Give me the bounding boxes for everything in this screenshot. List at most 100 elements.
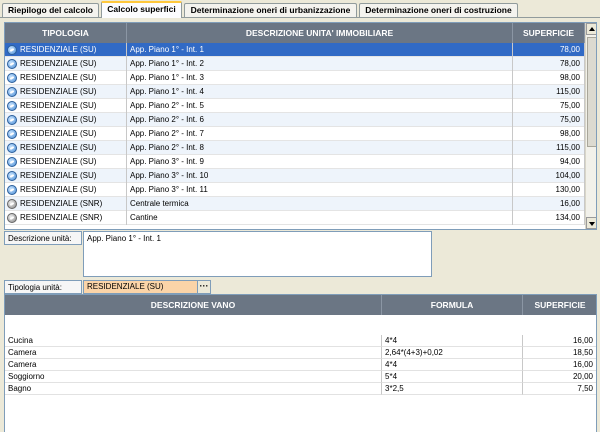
table-row[interactable]: RESIDENZIALE (SU) App. Piano 2° - Int. 79… <box>5 127 585 141</box>
cell-superficie: 75,00 <box>513 113 585 127</box>
table-row[interactable]: RESIDENZIALE (SU) App. Piano 1° - Int. 39… <box>5 71 585 85</box>
tab-riepilogo-del-calcolo[interactable]: Riepilogo del calcolo <box>2 3 99 17</box>
cell-tipologia: RESIDENZIALE (SNR) <box>5 197 127 211</box>
table-row[interactable]: Cucina 4*4 16,00 <box>5 335 596 347</box>
cell-superficie: 130,00 <box>513 183 585 197</box>
cell-descrizione: App. Piano 3° - Int. 10 <box>127 169 513 183</box>
cell-tipologia: RESIDENZIALE (SU) <box>5 183 127 197</box>
residential-su-icon <box>7 73 17 83</box>
cell-superficie-vano: 18,50 <box>523 347 596 359</box>
table-row[interactable]: Camera 2,64*(4+3)+0,02 18,50 <box>5 347 596 359</box>
scroll-thumb[interactable] <box>587 37 596 147</box>
table-row[interactable]: RESIDENZIALE (SU) App. Piano 1° - Int. 27… <box>5 57 585 71</box>
residential-su-icon <box>7 45 17 55</box>
residential-snr-icon <box>7 199 17 209</box>
table-row[interactable]: RESIDENZIALE (SNR) Centrale termica 16,00 <box>5 197 585 211</box>
cell-formula: 3*2,5 <box>382 383 523 395</box>
cell-superficie: 78,00 <box>513 43 585 57</box>
unit-description-field[interactable]: App. Piano 1° - Int. 1 <box>83 231 432 277</box>
tab-determinazione-oneri-costruzione[interactable]: Determinazione oneri di costruzione <box>359 3 518 17</box>
unit-type-label: Tipologia unità: <box>4 280 82 294</box>
cell-descrizione: Centrale termica <box>127 197 513 211</box>
cell-superficie: 16,00 <box>513 197 585 211</box>
tab-panel-calcolo-superfici: TIPOLOGIA DESCRIZIONE UNITA' IMMOBILIARE… <box>0 17 600 432</box>
cell-tipologia: RESIDENZIALE (SU) <box>5 71 127 85</box>
cell-tipologia-text: RESIDENZIALE (SU) <box>20 143 97 152</box>
residential-su-icon <box>7 101 17 111</box>
residential-su-icon <box>7 129 17 139</box>
unit-description-label: Descrizione unità: <box>4 231 82 245</box>
column-header-formula[interactable]: FORMULA <box>382 295 523 315</box>
table-row[interactable]: Camera 4*4 16,00 <box>5 359 596 371</box>
table-row[interactable]: RESIDENZIALE (SU) App. Piano 3° - Int. 10… <box>5 169 585 183</box>
cell-descrizione: App. Piano 1° - Int. 3 <box>127 71 513 85</box>
unit-type-field[interactable]: RESIDENZIALE (SU) <box>83 280 198 294</box>
cell-descrizione: App. Piano 1° - Int. 2 <box>127 57 513 71</box>
cell-descrizione: App. Piano 3° - Int. 9 <box>127 155 513 169</box>
cell-tipologia: RESIDENZIALE (SU) <box>5 113 127 127</box>
cell-descrizione: App. Piano 2° - Int. 8 <box>127 141 513 155</box>
cell-tipologia-text: RESIDENZIALE (SU) <box>20 87 97 96</box>
table-row[interactable]: RESIDENZIALE (SU) App. Piano 2° - Int. 57… <box>5 99 585 113</box>
table-row[interactable]: RESIDENZIALE (SU) App. Piano 2° - Int. 67… <box>5 113 585 127</box>
table-row[interactable]: RESIDENZIALE (SU) App. Piano 3° - Int. 11… <box>5 183 585 197</box>
tab-calcolo-superfici[interactable]: Calcolo superfici <box>101 1 182 18</box>
table-row[interactable]: Soggiorno 5*4 20,00 <box>5 371 596 383</box>
cell-formula: 2,64*(4+3)+0,02 <box>382 347 523 359</box>
cell-descrizione: App. Piano 1° - Int. 1 <box>127 43 513 57</box>
cell-superficie-vano: 20,00 <box>523 371 596 383</box>
table-row[interactable]: RESIDENZIALE (SU) App. Piano 3° - Int. 99… <box>5 155 585 169</box>
column-header-descrizione-unita[interactable]: DESCRIZIONE UNITA' IMMOBILIARE <box>127 23 513 43</box>
cell-superficie-vano: 7,50 <box>523 383 596 395</box>
cell-tipologia-text: RESIDENZIALE (SU) <box>20 185 97 194</box>
cell-formula: 4*4 <box>382 359 523 371</box>
column-header-tipologia[interactable]: TIPOLOGIA <box>5 23 127 43</box>
cell-tipologia: RESIDENZIALE (SU) <box>5 141 127 155</box>
arrow-up-icon <box>589 27 595 31</box>
cell-tipologia-text: RESIDENZIALE (SU) <box>20 73 97 82</box>
cell-tipologia: RESIDENZIALE (SNR) <box>5 211 127 225</box>
units-table-scrollbar[interactable] <box>585 23 596 229</box>
cell-tipologia-text: RESIDENZIALE (SU) <box>20 101 97 110</box>
cell-descrizione-vano: Camera <box>5 359 382 371</box>
cell-superficie: 78,00 <box>513 57 585 71</box>
cell-tipologia: RESIDENZIALE (SU) <box>5 85 127 99</box>
unit-type-browse-button[interactable]: ··· <box>197 280 211 294</box>
scroll-down-button[interactable] <box>586 217 596 229</box>
cell-descrizione-vano: Soggiorno <box>5 371 382 383</box>
cell-superficie: 115,00 <box>513 141 585 155</box>
residential-su-icon <box>7 143 17 153</box>
cell-descrizione: App. Piano 2° - Int. 6 <box>127 113 513 127</box>
arrow-down-icon <box>589 222 595 226</box>
cell-tipologia-text: RESIDENZIALE (SU) <box>20 59 97 68</box>
cell-descrizione-vano: Camera <box>5 347 382 359</box>
cell-superficie: 75,00 <box>513 99 585 113</box>
cell-formula: 4*4 <box>382 335 523 347</box>
table-row[interactable]: Bagno 3*2,5 7,50 <box>5 383 596 395</box>
cell-descrizione: App. Piano 3° - Int. 11 <box>127 183 513 197</box>
table-row[interactable]: RESIDENZIALE (SNR) Cantine 134,00 <box>5 211 585 225</box>
cell-tipologia: RESIDENZIALE (SU) <box>5 127 127 141</box>
cell-descrizione: App. Piano 2° - Int. 5 <box>127 99 513 113</box>
tab-determinazione-oneri-urbanizzazione[interactable]: Determinazione oneri di urbanizzazione <box>184 3 357 17</box>
residential-snr-icon <box>7 213 17 223</box>
column-header-descrizione-vano[interactable]: DESCRIZIONE VANO <box>5 295 382 315</box>
cell-tipologia-text: RESIDENZIALE (SU) <box>20 129 97 138</box>
cell-tipologia-text: RESIDENZIALE (SNR) <box>20 199 103 208</box>
cell-superficie: 98,00 <box>513 71 585 85</box>
cell-superficie-vano: 16,00 <box>523 359 596 371</box>
column-header-superficie[interactable]: SUPERFICIE <box>513 23 585 43</box>
units-table: TIPOLOGIA DESCRIZIONE UNITA' IMMOBILIARE… <box>4 22 597 230</box>
cell-tipologia-text: RESIDENZIALE (SU) <box>20 115 97 124</box>
cell-superficie: 104,00 <box>513 169 585 183</box>
tab-strip: Riepilogo del calcolo Calcolo superfici … <box>0 0 600 18</box>
residential-su-icon <box>7 185 17 195</box>
residential-su-icon <box>7 171 17 181</box>
cell-superficie-vano: 16,00 <box>523 335 596 347</box>
scroll-up-button[interactable] <box>586 23 596 35</box>
table-row[interactable]: RESIDENZIALE (SU) App. Piano 1° - Int. 41… <box>5 85 585 99</box>
table-row[interactable]: RESIDENZIALE (SU) App. Piano 1° - Int. 17… <box>5 43 585 57</box>
rooms-table: DESCRIZIONE VANO FORMULA SUPERFICIE Cuci… <box>4 294 597 432</box>
table-row[interactable]: RESIDENZIALE (SU) App. Piano 2° - Int. 81… <box>5 141 585 155</box>
column-header-superficie-vano[interactable]: SUPERFICIE <box>523 295 596 315</box>
